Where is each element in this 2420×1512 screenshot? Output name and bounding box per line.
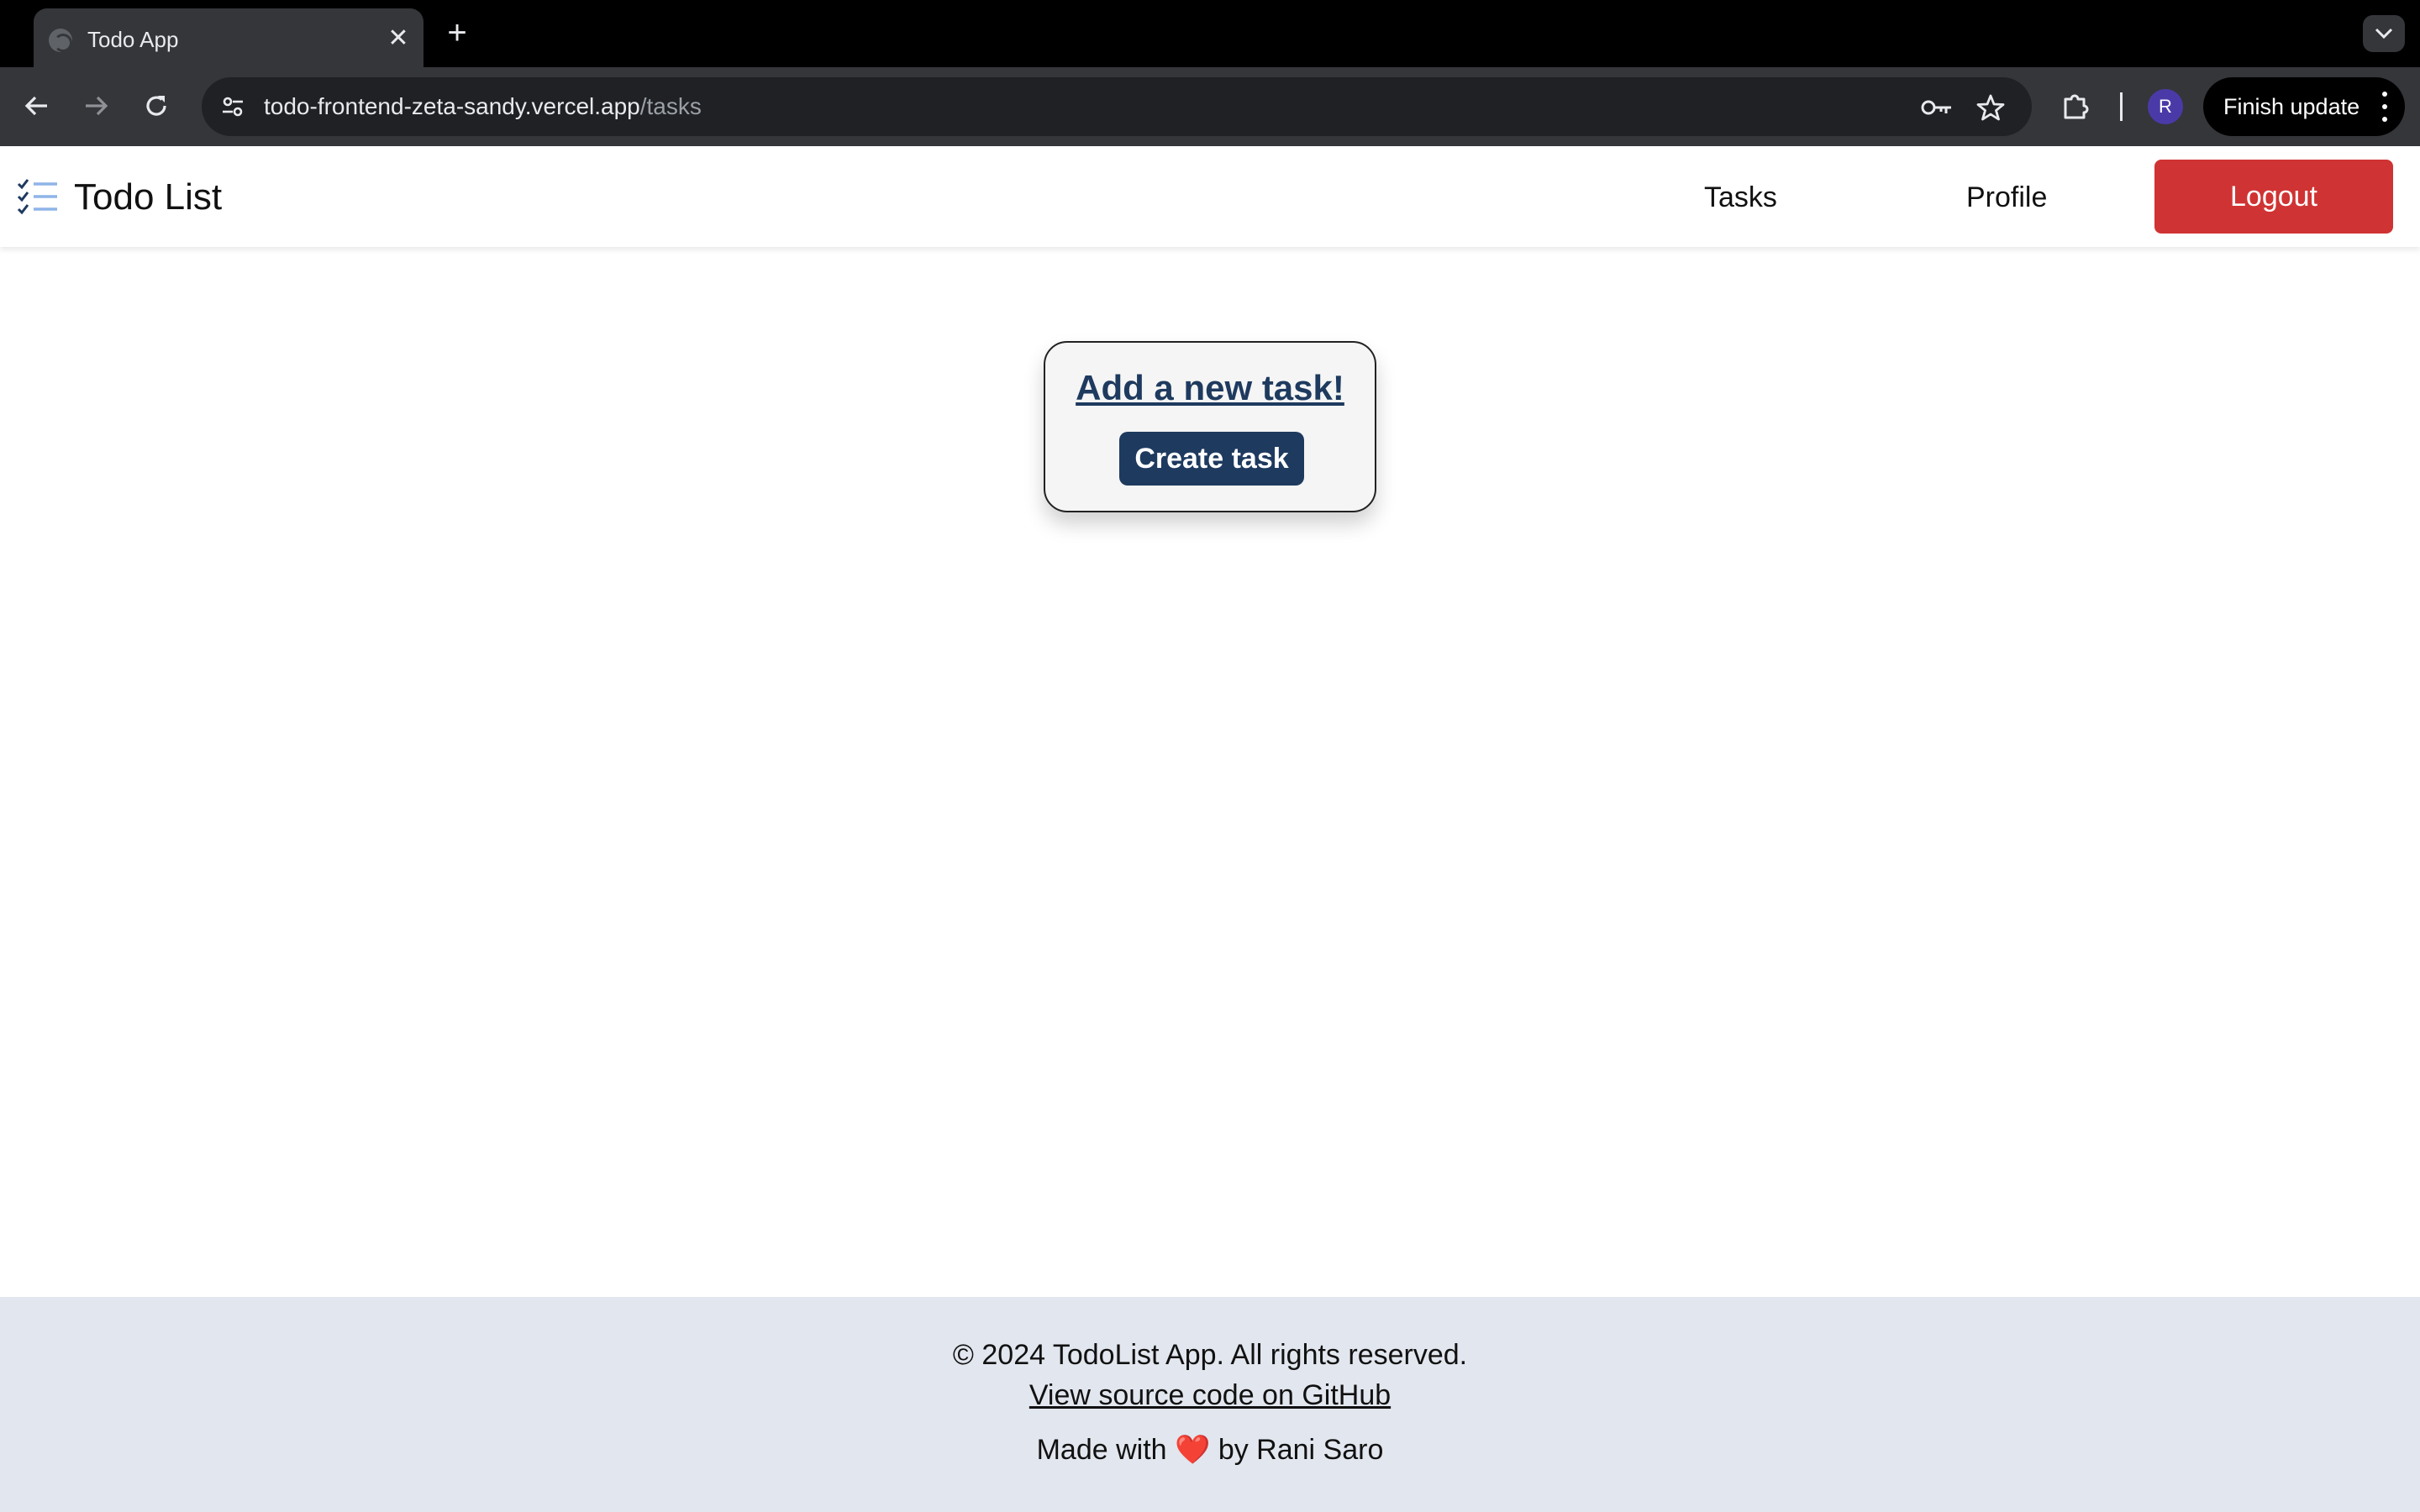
star-icon (1976, 94, 2005, 121)
logout-button[interactable]: Logout (2154, 160, 2393, 234)
profile-avatar[interactable]: R (2148, 89, 2183, 124)
nav-profile-link[interactable]: Profile (1966, 181, 2047, 214)
tab-search-button[interactable] (2363, 15, 2405, 52)
bookmark-button[interactable] (1975, 92, 2007, 123)
globe-icon (49, 29, 72, 52)
arrow-left-icon (24, 96, 47, 116)
extensions-button[interactable] (2055, 86, 2096, 126)
forward-button[interactable] (76, 86, 116, 126)
reload-icon (146, 96, 166, 116)
source-link-row: View source code on GitHub (0, 1379, 2420, 1412)
made-with-suffix: by Rani Saro (1218, 1434, 1384, 1466)
page-footer: © 2024 TodoList App. All rights reserved… (0, 1297, 2420, 1512)
address-bar[interactable]: todo-frontend-zeta-sandy.vercel.app/task… (202, 77, 2032, 136)
screen: Todo App ✕ + todo-frontend-zeta-sandy.ve… (0, 0, 2420, 1512)
arrow-right-icon (86, 96, 108, 116)
password-manager-button[interactable] (1921, 92, 1953, 123)
app-navbar: Todo List Tasks Profile Logout (0, 146, 2420, 247)
add-task-card: Add a new task! Create task (1044, 341, 1376, 512)
finish-update-label: Finish update (2223, 94, 2360, 119)
url-text: todo-frontend-zeta-sandy.vercel.app/task… (264, 93, 702, 120)
copyright-text: © 2024 TodoList App. All rights reserved… (952, 1339, 1468, 1371)
kebab-menu-icon[interactable] (2381, 92, 2388, 122)
made-with-prefix: Made with (1036, 1434, 1167, 1466)
app-title[interactable]: Todo List (74, 176, 222, 218)
puzzle-icon (2064, 94, 2089, 119)
tab-title: Todo App (87, 27, 179, 52)
back-button[interactable] (17, 86, 57, 126)
made-with-text: Made with ❤️ by Rani Saro (0, 1433, 2420, 1467)
key-icon (1921, 100, 1951, 115)
heart-icon: ❤️ (1175, 1434, 1211, 1466)
browser-tabstrip: Todo App ✕ + (0, 0, 2420, 67)
tune-icon (223, 97, 243, 117)
create-task-button[interactable]: Create task (1119, 432, 1304, 486)
reload-button[interactable] (136, 86, 176, 126)
toolbar-divider (2120, 92, 2123, 121)
close-tab-icon[interactable]: ✕ (385, 25, 412, 52)
checklist-icon (17, 179, 57, 215)
url-host: todo-frontend-zeta-sandy.vercel.app (264, 93, 640, 119)
add-task-heading[interactable]: Add a new task! (1045, 368, 1375, 408)
browser-tab[interactable]: Todo App ✕ (34, 8, 424, 67)
github-source-link[interactable]: View source code on GitHub (1029, 1379, 1391, 1411)
site-info-button[interactable] (215, 89, 250, 124)
chevron-down-icon (2375, 28, 2393, 39)
url-path: /tasks (639, 93, 702, 119)
nav-tasks-link[interactable]: Tasks (1704, 181, 1777, 214)
browser-toolbar: todo-frontend-zeta-sandy.vercel.app/task… (0, 67, 2420, 146)
finish-update-button[interactable]: Finish update (2203, 77, 2405, 136)
new-tab-button[interactable]: + (440, 16, 474, 50)
